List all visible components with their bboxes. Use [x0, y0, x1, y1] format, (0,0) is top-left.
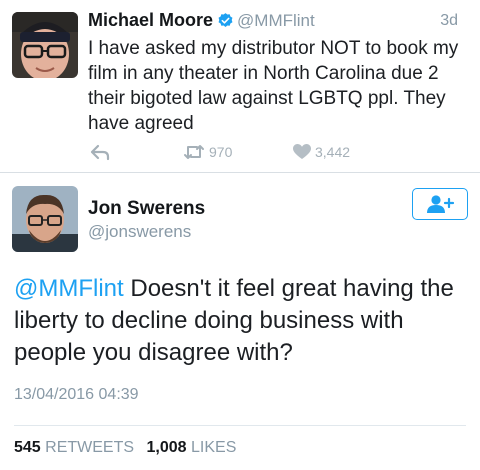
heart-icon: [293, 144, 311, 159]
author-handle[interactable]: @jonswerens: [88, 222, 191, 242]
avatar-jon-swerens-image: [12, 186, 78, 252]
avatar[interactable]: [12, 12, 78, 78]
retweet-button[interactable]: 970: [183, 140, 232, 164]
add-user-icon: [427, 195, 455, 213]
tweet-jon-swerens[interactable]: Jon Swerens @jonswerens @MMFlint Doesn't…: [0, 173, 480, 470]
verified-badge-icon: [217, 12, 234, 34]
author-name[interactable]: Jon Swerens: [88, 198, 205, 220]
tweet-text: @MMFlint Doesn't it feel great having th…: [14, 273, 474, 369]
like-label[interactable]: LIKES: [191, 439, 236, 456]
reply-icon: [90, 144, 110, 161]
retweet-icon: [184, 145, 204, 159]
stats-divider: [14, 425, 466, 426]
avatar-michael-moore-image: [12, 12, 78, 78]
like-count[interactable]: 1,008: [147, 439, 187, 456]
tweet-michael-moore[interactable]: Michael Moore @MMFlint 3d I have asked my…: [0, 0, 480, 172]
tweet-timestamp: 13/04/2016 04:39: [14, 386, 139, 403]
mention-link[interactable]: @MMFlint: [14, 275, 124, 302]
follow-button[interactable]: [412, 188, 468, 220]
author-handle[interactable]: @MMFlint: [237, 11, 315, 30]
reply-button[interactable]: [90, 140, 110, 164]
retweet-count[interactable]: 545: [14, 439, 41, 456]
retweet-label[interactable]: RETWEETS: [45, 439, 134, 456]
retweet-count: 970: [209, 144, 233, 160]
tweet-actions: 970 3,442: [88, 140, 468, 164]
tweet-time[interactable]: 3d: [440, 12, 458, 30]
tweet-header: Michael Moore @MMFlint 3d: [88, 10, 472, 34]
tweet-text: I have asked my distributor NOT to book …: [88, 38, 459, 134]
avatar[interactable]: [12, 186, 78, 252]
like-count: 3,442: [315, 144, 351, 160]
like-button[interactable]: 3,442: [293, 140, 350, 164]
author-name[interactable]: Michael Moore: [88, 10, 213, 30]
tweet-stats: 545 RETWEETS 1,008 LIKES: [14, 439, 244, 457]
